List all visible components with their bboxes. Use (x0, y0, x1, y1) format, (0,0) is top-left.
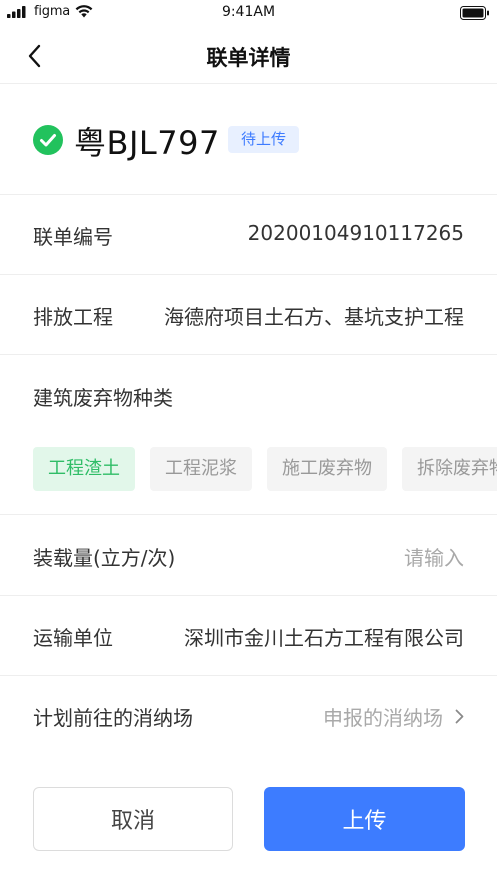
project-row: 排放工程 海德府项目土石方、基坑支护工程 (0, 275, 497, 355)
project-value: 海德府项目土石方、基坑支护工程 (164, 305, 464, 329)
destination-value: 申报的消纳场 (323, 706, 443, 730)
transport-row: 运输单位 深圳市金川土石方工程有限公司 (0, 596, 497, 676)
battery-icon (460, 6, 489, 20)
chevron-right-icon (455, 709, 464, 724)
load-volume-row[interactable]: 装载量(立方/次) 请输入 (0, 516, 497, 596)
order-number-value: 20200104910117265 (247, 221, 464, 245)
chip-construction-waste[interactable]: 施工废弃物 (267, 447, 387, 491)
status-bar: figma 9:41AM (0, 0, 497, 28)
destination-row[interactable]: 计划前往的消纳场 申报的消纳场 (0, 676, 497, 756)
transport-label: 运输单位 (33, 626, 113, 650)
vehicle-header: 粤BJL797 待上传 (0, 85, 497, 195)
order-number-label: 联单编号 (33, 225, 113, 249)
waste-category-options: 工程渣土 工程泥浆 施工废弃物 拆除废弃物 (33, 447, 497, 491)
status-badge: 待上传 (228, 126, 300, 153)
destination-label: 计划前往的消纳场 (33, 706, 193, 730)
chip-engineering-mud[interactable]: 工程泥浆 (150, 447, 252, 491)
transport-value: 深圳市金川土石方工程有限公司 (184, 626, 464, 650)
order-number-row: 联单编号 20200104910117265 (0, 195, 497, 275)
project-label: 排放工程 (33, 305, 113, 329)
plate-number: 粤BJL797 (74, 124, 220, 162)
waste-category-section: 建筑废弃物种类 工程渣土 工程泥浆 施工废弃物 拆除废弃物 (0, 355, 497, 515)
chip-demolition-waste[interactable]: 拆除废弃物 (402, 447, 497, 491)
page-title: 联单详情 (206, 46, 291, 70)
status-time: 9:41AM (221, 4, 276, 20)
destination-select[interactable]: 申报的消纳场 (323, 702, 464, 731)
upload-button[interactable]: 上传 (264, 787, 465, 851)
load-volume-label: 装载量(立方/次) (33, 546, 176, 570)
chip-engineering-muck[interactable]: 工程渣土 (33, 447, 135, 491)
check-circle-icon (33, 125, 63, 155)
cancel-button[interactable]: 取消 (33, 787, 233, 851)
waste-category-label: 建筑废弃物种类 (33, 386, 173, 410)
load-volume-input[interactable]: 请输入 (404, 542, 464, 571)
nav-bar: 联单详情 (0, 28, 497, 84)
